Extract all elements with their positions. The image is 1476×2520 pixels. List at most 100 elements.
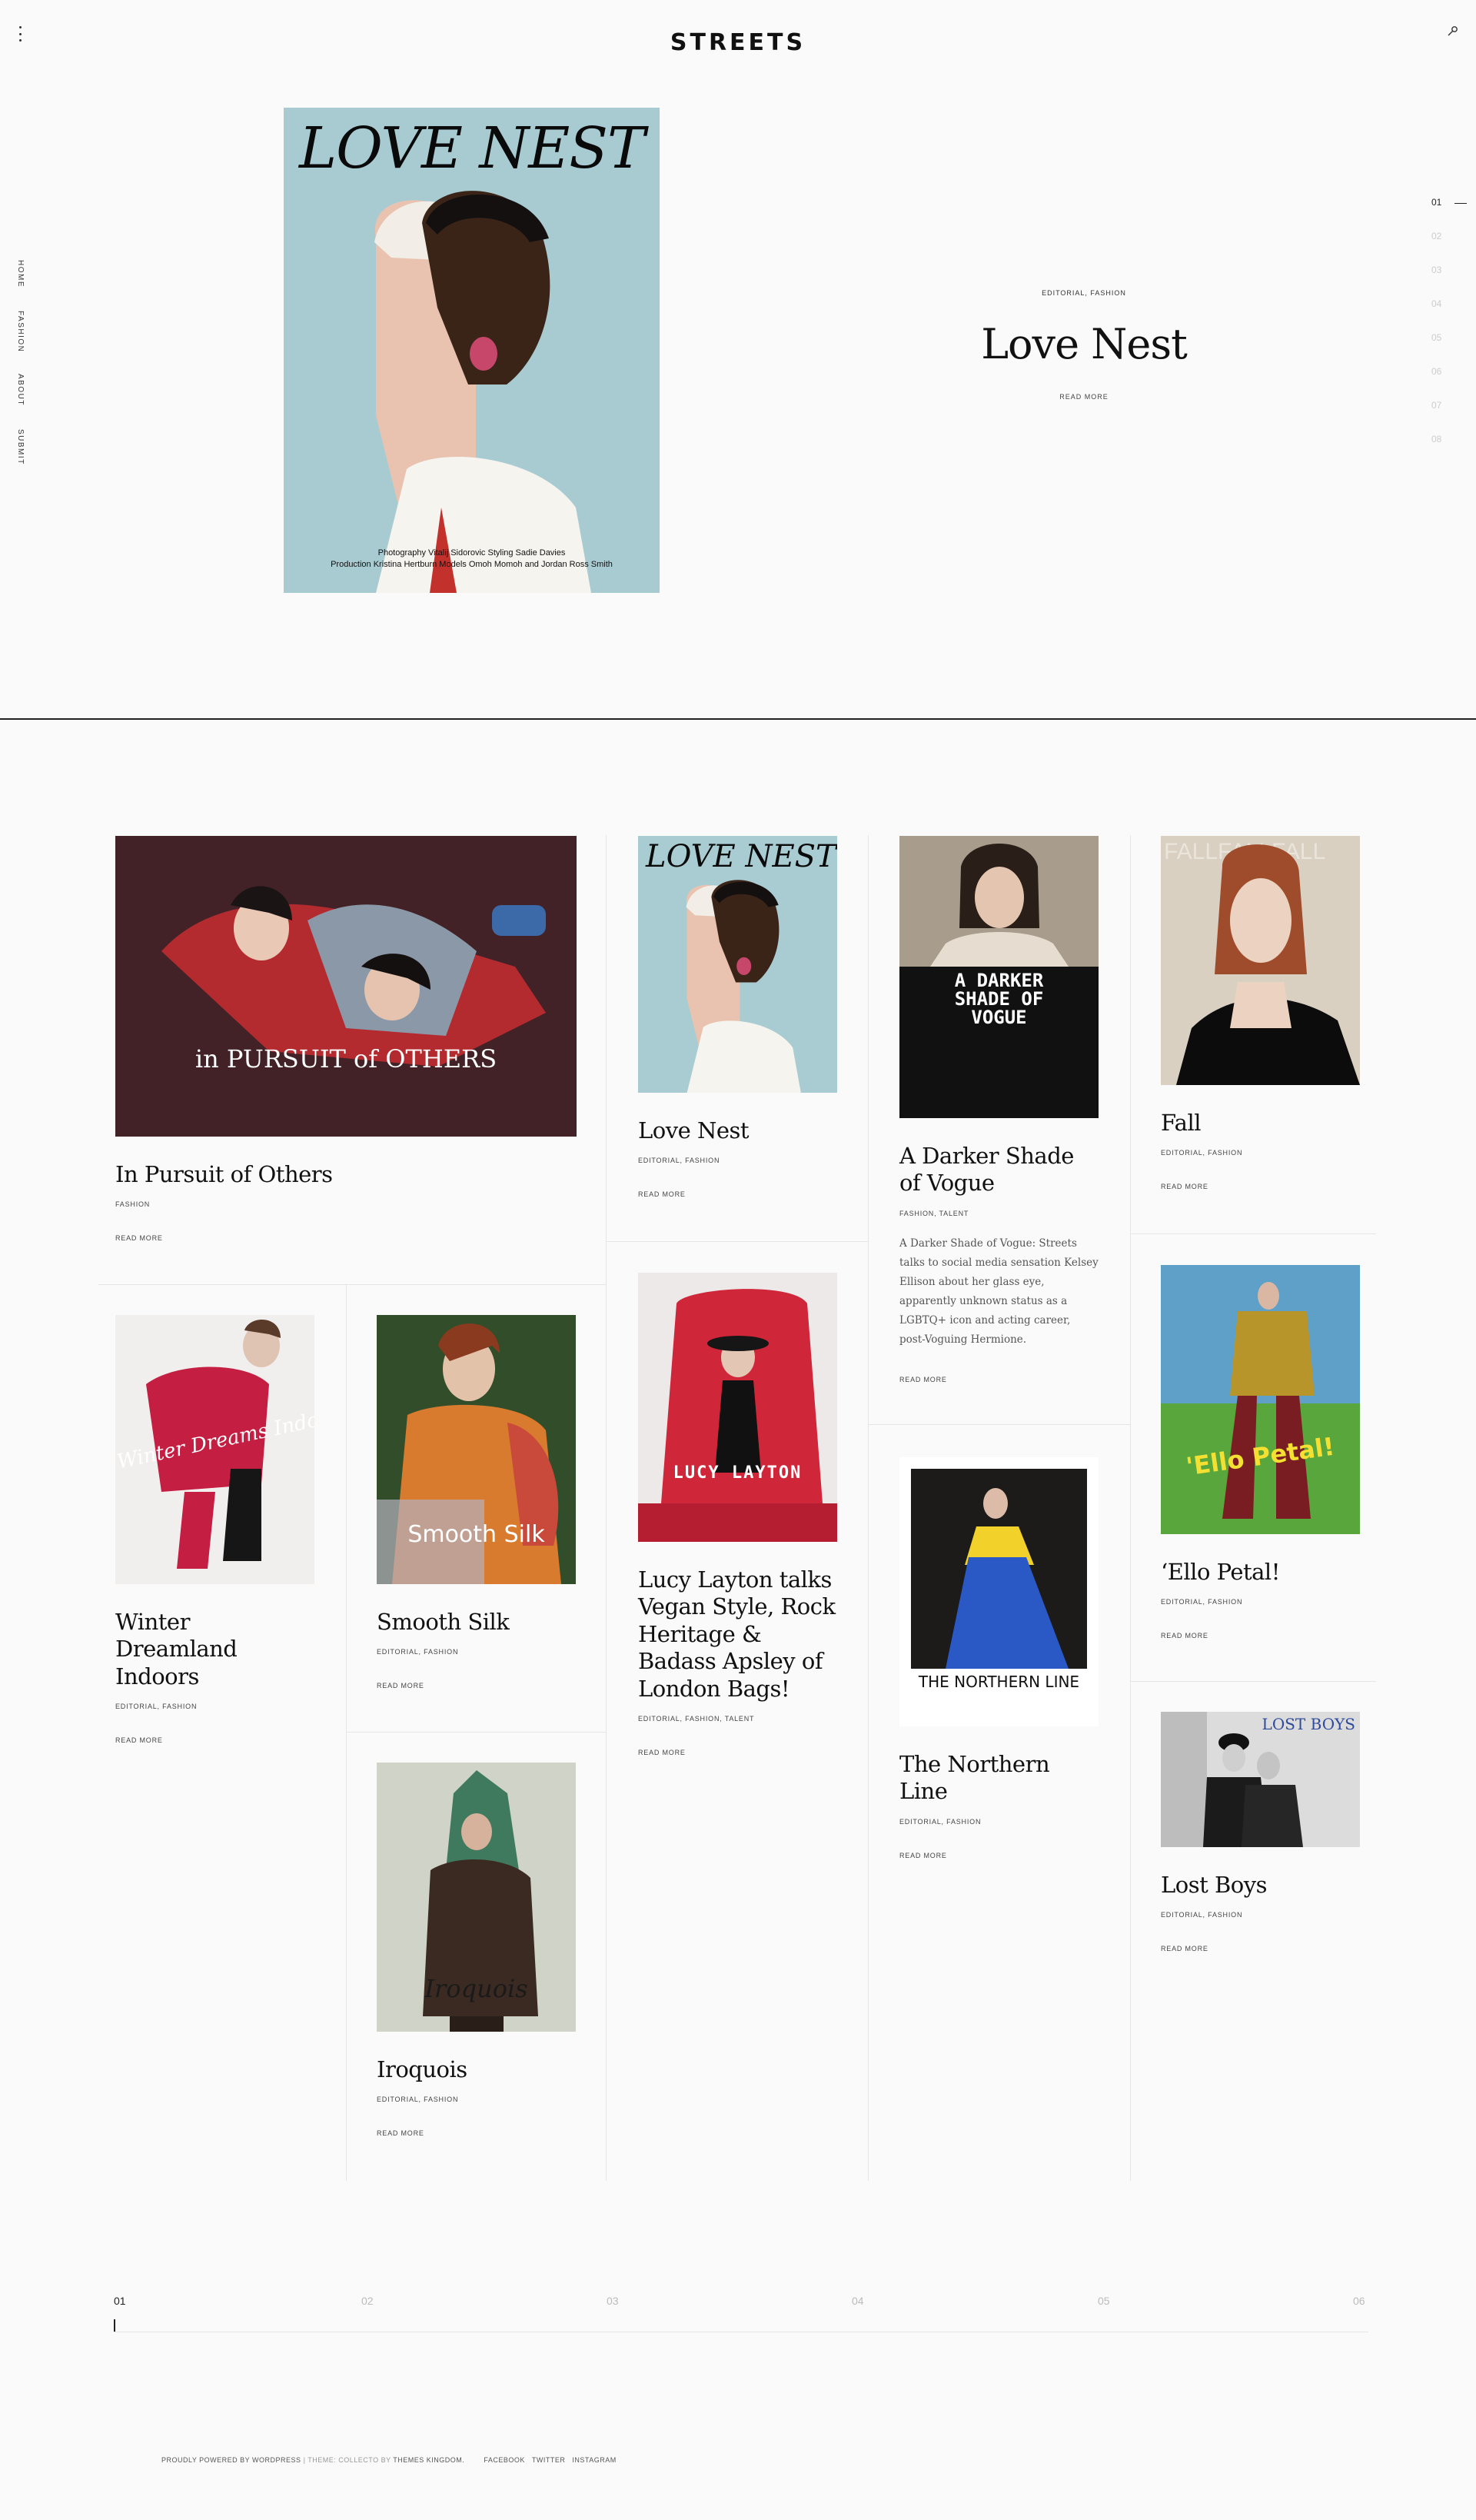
- post-thumbnail[interactable]: in PURSUIT of OTHERS: [115, 836, 577, 1137]
- post-thumbnail[interactable]: THE NORTHERN LINE: [899, 1457, 1099, 1726]
- slider-page-06[interactable]: 06: [1431, 366, 1462, 400]
- slider-page-03[interactable]: 03: [1431, 265, 1462, 298]
- site-logo[interactable]: STREETS: [0, 29, 1476, 56]
- footer-theme: | THEME: COLLECTO BY: [303, 2456, 391, 2464]
- page-05[interactable]: 05: [1098, 2295, 1110, 2307]
- post-card: A DARKER SHADE OF VOGUE A Darker Shade o…: [899, 836, 1099, 1386]
- post-title[interactable]: ‘Ello Petal!: [1161, 1559, 1360, 1586]
- post-title[interactable]: Fall: [1161, 1110, 1360, 1137]
- read-more-link[interactable]: READ MORE: [638, 1190, 686, 1198]
- post-tags: EDITORIAL, FASHION: [1161, 1911, 1243, 1919]
- post-title[interactable]: Love Nest: [638, 1117, 837, 1144]
- hero-read-more-link[interactable]: READ MORE: [1059, 393, 1109, 401]
- hero-tags: EDITORIAL, FASHION: [1042, 289, 1126, 297]
- hero-cover-credit: Photography Vitalij Sidorovic Styling Sa…: [284, 548, 660, 570]
- read-more-link[interactable]: READ MORE: [115, 1234, 163, 1242]
- hero-title[interactable]: Love Nest: [930, 320, 1238, 368]
- post-card: Winter Dreams Indoors Winter Dreamland I…: [115, 1315, 314, 1746]
- nav-about[interactable]: ABOUT: [16, 374, 25, 406]
- grid-row-divider: [1130, 1681, 1376, 1682]
- read-more-link[interactable]: READ MORE: [1161, 1183, 1208, 1190]
- page-06[interactable]: 06: [1353, 2295, 1365, 2307]
- slider-page-05[interactable]: 05: [1431, 332, 1462, 366]
- grid-col-divider: [606, 835, 607, 2181]
- post-card: 'Ello Petal! ‘Ello Petal! EDITORIAL, FAS…: [1161, 1265, 1360, 1642]
- page-01[interactable]: 01: [114, 2295, 126, 2307]
- footer-link-twitter[interactable]: TWITTER: [532, 2456, 566, 2464]
- post-cover-text: in PURSUIT of OTHERS: [194, 1044, 497, 1074]
- post-card: LOST BOYS Lost Boys EDITORIAL, FASHION R…: [1161, 1712, 1360, 1955]
- slider-page-02[interactable]: 02: [1431, 231, 1462, 265]
- post-title[interactable]: Iroquois: [377, 2056, 576, 2083]
- hero-cover-credit-line2: Production Kristina Hertburn Models Omoh…: [331, 559, 613, 569]
- post-tags: FASHION: [115, 1200, 151, 1209]
- post-card: LOVE NEST Love Nest EDITORIAL, FASHION R…: [638, 836, 837, 1200]
- slider-page-01[interactable]: 01: [1431, 197, 1462, 231]
- footer-link-instagram[interactable]: INSTAGRAM: [572, 2456, 616, 2464]
- post-title[interactable]: Lucy Layton talks Vegan Style, Rock Heri…: [638, 1566, 837, 1703]
- hero-cover-title: LOVE NEST: [299, 115, 645, 181]
- read-more-link[interactable]: READ MORE: [377, 1682, 424, 1689]
- post-thumbnail[interactable]: LOVE NEST: [638, 836, 837, 1093]
- grid-row-divider: [868, 1424, 1130, 1425]
- post-tags: EDITORIAL, FASHION: [115, 1703, 198, 1711]
- read-more-link[interactable]: READ MORE: [1161, 1945, 1208, 1952]
- grid-row-divider: [346, 1732, 606, 1733]
- post-cover-text: A DARKER SHADE OF VOGUE: [954, 970, 1044, 1028]
- post-thumbnail[interactable]: LOST BOYS: [1161, 1712, 1360, 1847]
- hero-cover-image[interactable]: LOVE NEST Photography Vitalij Sidorovic …: [284, 108, 660, 593]
- nav-home[interactable]: HOME: [16, 260, 25, 288]
- hero-meta: EDITORIAL, FASHION Love Nest READ MORE: [930, 289, 1238, 403]
- post-tags: FASHION, TALENT: [899, 1209, 969, 1217]
- post-thumbnail[interactable]: FALLFALLFALL: [1161, 836, 1360, 1085]
- post-tags: EDITORIAL, FASHION, TALENT: [638, 1714, 755, 1723]
- post-tags: EDITORIAL, FASHION: [377, 1648, 459, 1656]
- nav-fashion[interactable]: FASHION: [16, 311, 25, 352]
- post-title[interactable]: Winter Dreamland Indoors: [115, 1609, 314, 1690]
- footer-vendor[interactable]: THEMES KINGDOM.: [393, 2456, 464, 2464]
- post-thumbnail[interactable]: 'Ello Petal!: [1161, 1265, 1360, 1534]
- post-tags: EDITORIAL, FASHION: [377, 2096, 459, 2104]
- page-04[interactable]: 04: [852, 2295, 864, 2307]
- post-excerpt: A Darker Shade of Vogue: Streets talks t…: [899, 1237, 1099, 1346]
- read-more-link[interactable]: READ MORE: [899, 1376, 947, 1383]
- nav-submit[interactable]: SUBMIT: [16, 429, 25, 465]
- post-title[interactable]: The Northern Line: [899, 1751, 1099, 1806]
- post-card: LUCY LAYTON Lucy Layton talks Vegan Styl…: [638, 1273, 837, 1759]
- slider-page-04[interactable]: 04: [1431, 298, 1462, 332]
- post-cover-text: Smooth Silk: [407, 1521, 545, 1548]
- read-more-link[interactable]: READ MORE: [899, 1852, 947, 1859]
- post-thumbnail[interactable]: Iroquois: [377, 1763, 576, 2032]
- slider-active-dash: [1454, 203, 1467, 204]
- post-card: in PURSUIT of OTHERS In Pursuit of Other…: [115, 836, 577, 1244]
- post-title[interactable]: A Darker Shade of Vogue: [899, 1143, 1099, 1197]
- grid-row-divider: [98, 1284, 606, 1285]
- search-icon[interactable]: [1444, 23, 1461, 40]
- read-more-link[interactable]: READ MORE: [115, 1736, 163, 1744]
- post-cover-text: THE NORTHERN LINE: [918, 1673, 1080, 1691]
- read-more-link[interactable]: READ MORE: [1161, 1632, 1208, 1639]
- read-more-link[interactable]: READ MORE: [377, 2129, 424, 2137]
- post-card: Iroquois Iroquois EDITORIAL, FASHION REA…: [377, 1763, 576, 2139]
- page-03[interactable]: 03: [607, 2295, 619, 2307]
- post-thumbnail[interactable]: Smooth Silk: [377, 1315, 576, 1584]
- post-tags: EDITORIAL, FASHION: [638, 1157, 720, 1165]
- grid-row-divider: [1130, 1233, 1376, 1234]
- post-thumbnail[interactable]: Winter Dreams Indoors: [115, 1315, 314, 1584]
- footer-link-facebook[interactable]: FACEBOOK: [484, 2456, 525, 2464]
- post-thumbnail[interactable]: A DARKER SHADE OF VOGUE: [899, 836, 1099, 1118]
- page-02[interactable]: 02: [361, 2295, 374, 2307]
- footer-powered[interactable]: PROUDLY POWERED BY WORDPRESS: [161, 2456, 301, 2464]
- post-tags: EDITORIAL, FASHION: [1161, 1598, 1243, 1606]
- read-more-link[interactable]: READ MORE: [638, 1749, 686, 1756]
- post-thumbnail[interactable]: LUCY LAYTON: [638, 1273, 837, 1542]
- slider-page-08[interactable]: 08: [1431, 434, 1462, 468]
- grid-col-divider: [868, 835, 869, 2181]
- post-cover-text: LOST BOYS: [1262, 1715, 1355, 1733]
- post-title[interactable]: Lost Boys: [1161, 1872, 1360, 1899]
- post-title[interactable]: Smooth Silk: [377, 1609, 576, 1636]
- post-cover-text: LOVE NEST: [646, 839, 836, 874]
- slider-page-07[interactable]: 07: [1431, 400, 1462, 434]
- post-card: Smooth Silk Smooth Silk EDITORIAL, FASHI…: [377, 1315, 576, 1692]
- post-title[interactable]: In Pursuit of Others: [115, 1161, 577, 1188]
